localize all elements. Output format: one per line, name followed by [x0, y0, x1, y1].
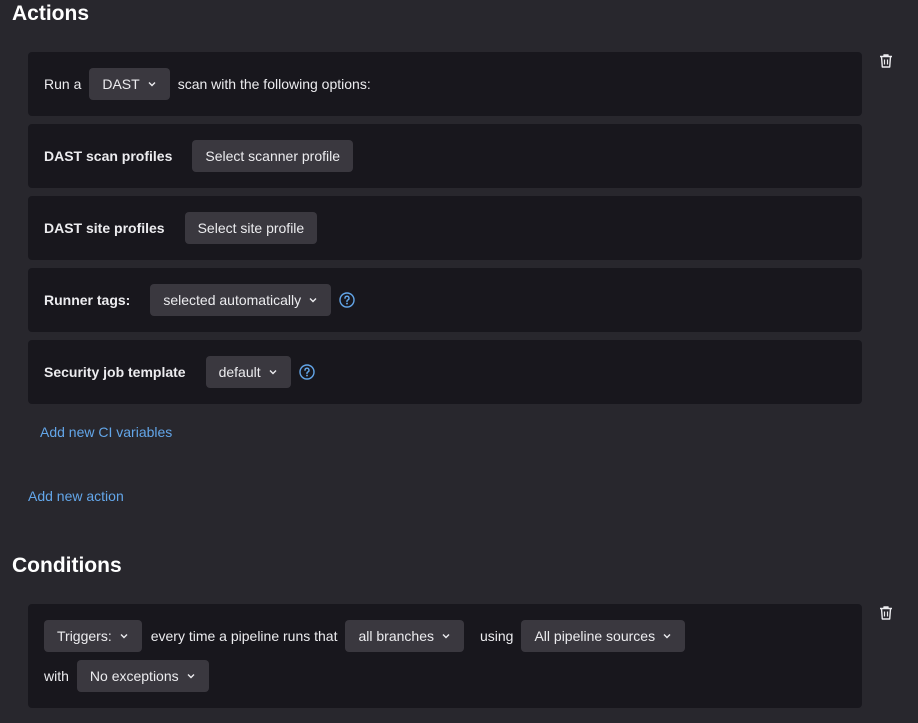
policy-editor: Actions Run a DAST scan with the followi… — [0, 0, 918, 723]
every-time-text: every time a pipeline runs that — [150, 628, 338, 644]
conditions-heading: Conditions — [12, 554, 122, 577]
add-ci-variables-link[interactable]: Add new CI variables — [40, 424, 172, 440]
question-help-icon[interactable] — [298, 364, 315, 380]
pipeline-sources-value: All pipeline sources — [534, 628, 656, 644]
chevron-down-icon — [269, 370, 277, 375]
job-template-label: Security job template — [44, 364, 186, 380]
scan-profiles-label: DAST scan profiles — [44, 148, 173, 164]
site-profiles-label: DAST site profiles — [44, 220, 165, 236]
scan-type-row: Run a DAST scan with the following optio… — [28, 52, 862, 116]
exceptions-value: No exceptions — [89, 668, 179, 684]
runner-tags-value: selected automatically — [163, 292, 302, 308]
using-text: using — [479, 628, 514, 644]
chevron-down-icon — [442, 634, 450, 639]
run-suffix-text: scan with the following options: — [177, 76, 371, 92]
question-help-icon[interactable] — [339, 292, 355, 308]
add-action-link[interactable]: Add new action — [28, 488, 124, 504]
actions-heading: Actions — [12, 2, 90, 25]
select-scanner-profile-button[interactable]: Select scanner profile — [192, 140, 354, 172]
branches-dropdown[interactable]: all branches — [345, 620, 464, 652]
condition-exceptions-line: with No exceptions — [44, 660, 862, 692]
runner-tags-dropdown[interactable]: selected automatically — [150, 284, 332, 316]
job-template-value: default — [218, 364, 261, 380]
with-text: with — [44, 668, 69, 684]
scan-type-value: DAST — [102, 76, 140, 92]
chevron-down-icon — [187, 674, 195, 679]
chevron-down-icon — [148, 82, 156, 87]
chevron-down-icon — [120, 634, 128, 639]
job-template-row: Security job template default — [28, 340, 862, 404]
branches-value: all branches — [358, 628, 434, 644]
chevron-down-icon — [663, 634, 671, 639]
runner-tags-row: Runner tags: selected automatically — [28, 268, 862, 332]
runner-tags-label: Runner tags: — [44, 292, 131, 308]
site-profiles-row: DAST site profiles Select site profile — [28, 196, 862, 260]
triggers-dropdown[interactable]: Triggers: — [44, 620, 142, 652]
condition-trigger-line: Triggers: every time a pipeline runs tha… — [44, 620, 862, 652]
exceptions-dropdown[interactable]: No exceptions — [76, 660, 209, 692]
select-site-profile-button[interactable]: Select site profile — [184, 212, 318, 244]
triggers-value: Triggers: — [57, 628, 112, 644]
chevron-down-icon — [309, 298, 317, 303]
condition-card: Triggers: every time a pipeline runs tha… — [28, 604, 862, 708]
pipeline-sources-dropdown[interactable]: All pipeline sources — [521, 620, 686, 652]
delete-action-icon[interactable] — [878, 53, 894, 69]
run-prefix-text: Run a — [44, 76, 82, 92]
scan-profiles-row: DAST scan profiles Select scanner profil… — [28, 124, 862, 188]
scan-type-dropdown[interactable]: DAST — [89, 68, 170, 100]
job-template-dropdown[interactable]: default — [205, 356, 291, 388]
delete-condition-icon[interactable] — [878, 605, 894, 621]
